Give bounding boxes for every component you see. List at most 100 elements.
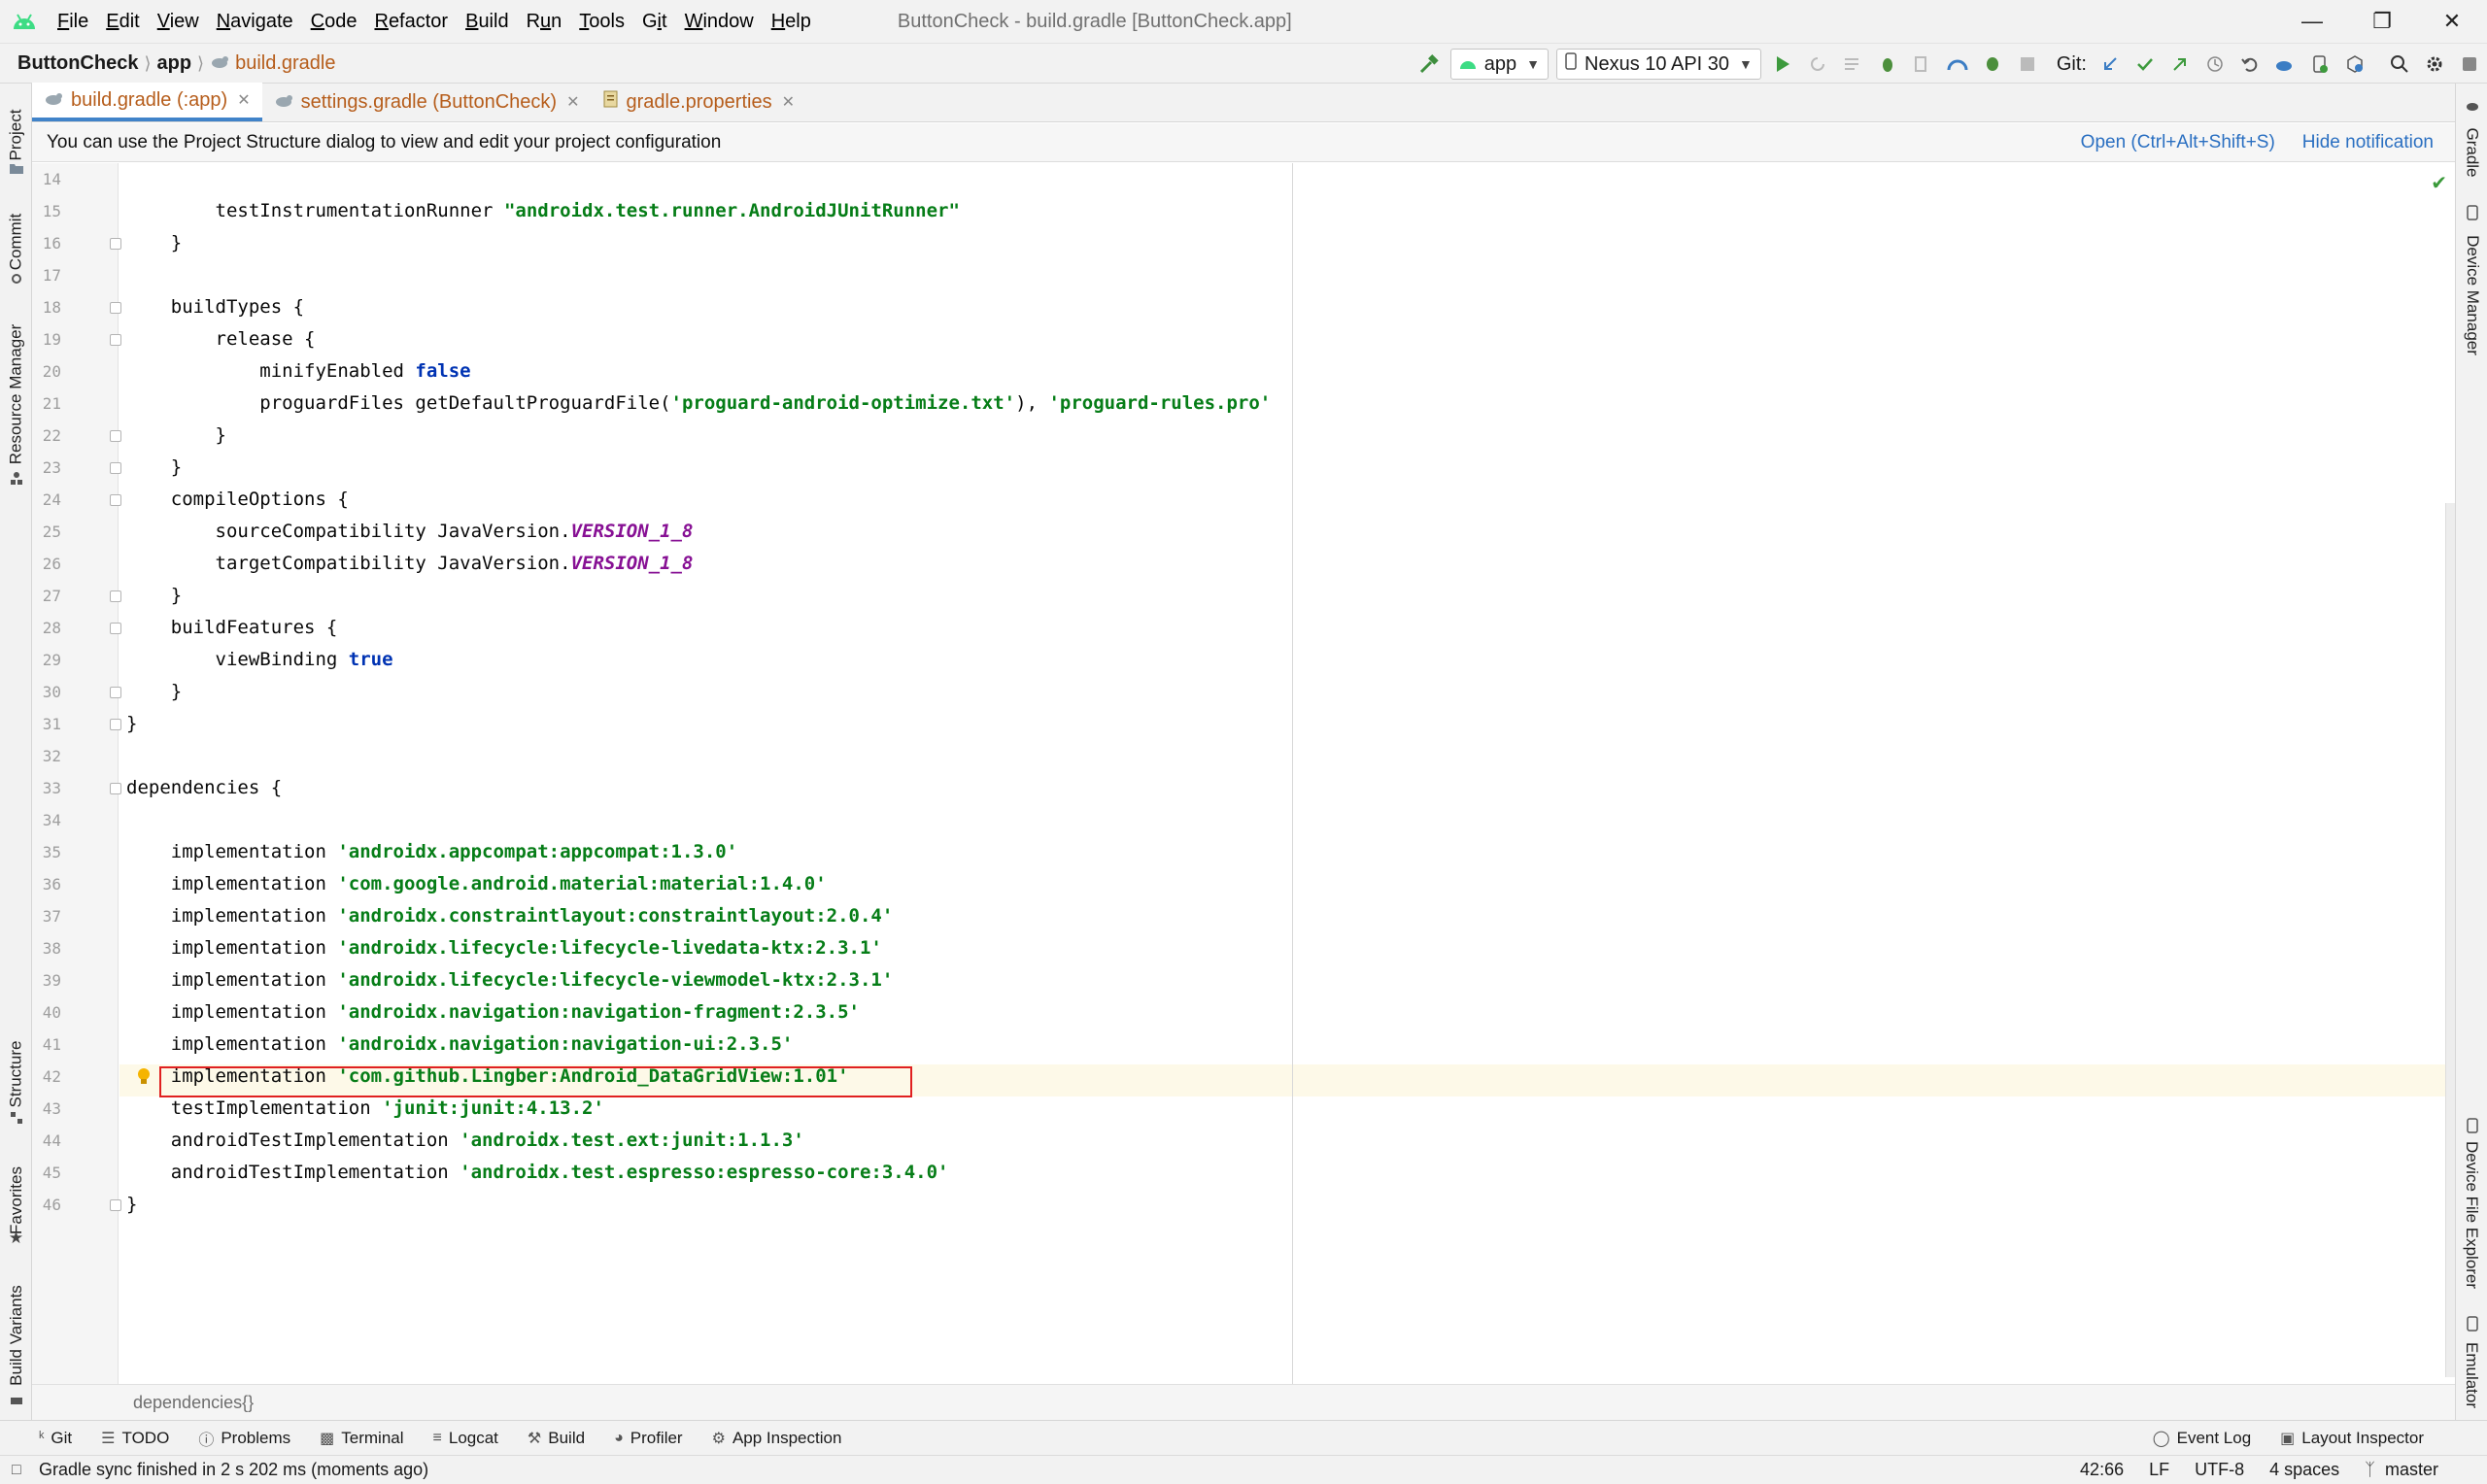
caret-position[interactable]: 42:66 xyxy=(2080,1460,2124,1480)
menu-refactor[interactable]: Refactor xyxy=(365,11,457,33)
menu-run[interactable]: Run xyxy=(518,11,571,33)
menu-file[interactable]: File xyxy=(49,11,97,33)
code-line[interactable]: proguardFiles getDefaultProguardFile('pr… xyxy=(126,388,1271,420)
tab-settings-gradle[interactable]: settings.gradle (ButtonCheck) ✕ xyxy=(262,83,592,121)
menu-edit[interactable]: Edit xyxy=(97,11,148,33)
breadcrumb-file[interactable]: build.gradle xyxy=(210,52,336,75)
fold-marker-icon[interactable] xyxy=(110,623,121,634)
code-line[interactable]: release { xyxy=(126,323,316,355)
sync-gradle-icon[interactable] xyxy=(2267,47,2302,82)
device-select[interactable]: Nexus 10 API 30 ▼ xyxy=(1556,49,1761,80)
indent-setting[interactable]: 4 spaces xyxy=(2269,1460,2339,1480)
code-line[interactable]: androidTestImplementation 'androidx.test… xyxy=(126,1125,804,1157)
code-line[interactable]: compileOptions { xyxy=(126,484,349,516)
git-commit-icon[interactable] xyxy=(2128,47,2163,82)
menu-build[interactable]: Build xyxy=(457,11,517,33)
code-line[interactable]: implementation 'com.google.android.mater… xyxy=(126,868,827,900)
debug-icon[interactable] xyxy=(1870,47,1905,82)
code-line[interactable]: androidTestImplementation 'androidx.test… xyxy=(126,1157,949,1189)
minimize-button[interactable]: — xyxy=(2277,0,2347,43)
terminal-tool-button[interactable]: ▩ Terminal xyxy=(320,1429,403,1448)
menu-window[interactable]: Window xyxy=(676,11,763,33)
restore-button[interactable]: ❐ xyxy=(2347,0,2417,43)
apply-changes-icon[interactable] xyxy=(1835,47,1870,82)
code-line[interactable]: dependencies { xyxy=(126,772,282,804)
code-line[interactable]: } xyxy=(126,452,182,484)
fold-marker-icon[interactable] xyxy=(110,1199,121,1211)
code-line[interactable]: } xyxy=(126,580,182,612)
run-icon[interactable] xyxy=(1765,47,1800,82)
todo-tool-button[interactable]: ☰ TODO xyxy=(101,1429,169,1448)
profiler-icon[interactable] xyxy=(1940,47,1975,82)
app-inspection-tool-button[interactable]: ⚙ App Inspection xyxy=(712,1429,842,1448)
code-line[interactable]: minifyEnabled false xyxy=(126,355,470,388)
assistant-icon[interactable] xyxy=(2452,47,2487,82)
breadcrumb-module[interactable]: app xyxy=(156,52,191,75)
open-project-structure-link[interactable]: Open (Ctrl+Alt+Shift+S) xyxy=(2081,132,2275,153)
code-line[interactable]: implementation 'androidx.lifecycle:lifec… xyxy=(126,964,894,996)
emulator-tool-tab[interactable]: Emulator xyxy=(2456,1336,2487,1414)
rerun-icon[interactable] xyxy=(1800,47,1835,82)
event-log-tool-button[interactable]: ◯ Event Log xyxy=(2153,1429,2251,1448)
git-branch-widget[interactable]: ᛉ master xyxy=(2365,1460,2438,1480)
editor-scrollbar[interactable] xyxy=(2445,503,2455,1377)
menu-tools[interactable]: Tools xyxy=(570,11,633,33)
code-line[interactable]: } xyxy=(126,227,182,259)
status-message[interactable]: Gradle sync finished in 2 s 202 ms (mome… xyxy=(39,1460,428,1480)
code-line[interactable]: sourceCompatibility JavaVersion.VERSION_… xyxy=(126,516,694,548)
code-line[interactable]: buildFeatures { xyxy=(126,612,338,644)
menu-navigate[interactable]: Navigate xyxy=(208,11,302,33)
close-tab-icon[interactable]: ✕ xyxy=(237,90,250,110)
breadcrumb-project[interactable]: ButtonCheck xyxy=(17,52,138,75)
code-line[interactable]: } xyxy=(126,708,137,740)
code-line[interactable]: implementation 'androidx.navigation:navi… xyxy=(126,996,860,1029)
rollback-icon[interactable] xyxy=(2232,47,2267,82)
run-config-select[interactable]: app ▼ xyxy=(1449,49,1550,80)
code-line[interactable]: buildTypes { xyxy=(126,291,304,323)
fold-marker-icon[interactable] xyxy=(110,719,121,730)
build-hammer-icon[interactable] xyxy=(1412,47,1447,82)
lightbulb-icon[interactable] xyxy=(136,1067,152,1093)
close-window-button[interactable]: ✕ xyxy=(2417,0,2487,43)
code-line[interactable]: } xyxy=(126,676,182,708)
device-manager-tool-tab[interactable]: Device Manager xyxy=(2456,227,2487,363)
menu-git[interactable]: Git xyxy=(633,11,676,33)
code-line[interactable]: testInstrumentationRunner "androidx.test… xyxy=(126,195,960,227)
fold-marker-icon[interactable] xyxy=(110,687,121,698)
fold-marker-icon[interactable] xyxy=(110,302,121,314)
tab-build-gradle-app[interactable]: build.gradle (:app) ✕ xyxy=(32,83,262,121)
history-icon[interactable] xyxy=(2197,47,2232,82)
device-manager-icon[interactable] xyxy=(2302,47,2337,82)
settings-gear-icon[interactable] xyxy=(2417,47,2452,82)
logcat-tool-button[interactable]: ≡ Logcat xyxy=(433,1429,498,1448)
code-line[interactable]: implementation 'androidx.navigation:navi… xyxy=(126,1029,794,1061)
code-line[interactable]: implementation 'androidx.lifecycle:lifec… xyxy=(126,932,882,964)
fold-marker-icon[interactable] xyxy=(110,590,121,602)
code-structure-breadcrumb[interactable]: dependencies{} xyxy=(32,1384,2455,1420)
code-line[interactable]: implementation 'androidx.appcompat:appco… xyxy=(126,836,737,868)
resource-manager-tool-tab[interactable]: Resource Manager xyxy=(0,307,32,482)
file-encoding[interactable]: UTF-8 xyxy=(2195,1460,2244,1480)
code-line[interactable]: implementation 'androidx.constraintlayou… xyxy=(126,900,894,932)
code-editor[interactable]: 14 15 16 17 18 19 20 21 22 23 24 25 26 27 28 29 30 31 32 33… xyxy=(32,163,2455,1384)
code-line[interactable]: } xyxy=(126,1189,137,1221)
attach-debugger-icon[interactable] xyxy=(1905,47,1940,82)
toggle-tool-windows-icon[interactable]: □ xyxy=(12,1462,21,1479)
fold-marker-icon[interactable] xyxy=(110,238,121,250)
close-tab-icon[interactable]: ✕ xyxy=(566,92,579,112)
git-push-icon[interactable] xyxy=(2163,47,2197,82)
close-tab-icon[interactable]: ✕ xyxy=(782,92,795,112)
code-line[interactable]: viewBinding true xyxy=(126,644,393,676)
stop-icon[interactable] xyxy=(2010,47,2045,82)
fold-marker-icon[interactable] xyxy=(110,783,121,794)
tab-gradle-properties[interactable]: gradle.properties ✕ xyxy=(592,83,807,121)
git-tool-button[interactable]: ᵏ Git xyxy=(39,1429,72,1448)
menu-code[interactable]: Code xyxy=(302,11,366,33)
build-tool-button[interactable]: ⚒ Build xyxy=(528,1429,585,1448)
menu-view[interactable]: View xyxy=(149,11,208,33)
layout-inspector-tool-button[interactable]: ▣ Layout Inspector xyxy=(2280,1429,2424,1448)
fold-marker-icon[interactable] xyxy=(110,430,121,442)
fold-marker-icon[interactable] xyxy=(110,462,121,474)
line-separator[interactable]: LF xyxy=(2149,1460,2169,1480)
code-line[interactable]: } xyxy=(126,420,226,452)
